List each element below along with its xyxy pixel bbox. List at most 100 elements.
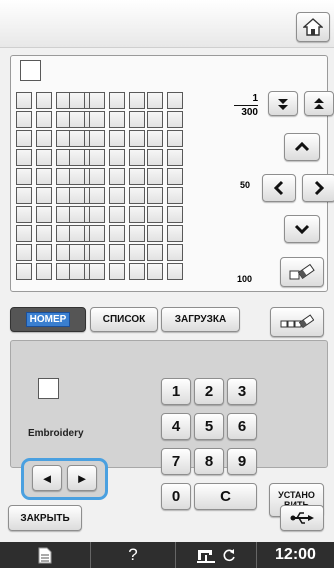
- stitch-cell[interactable]: [69, 206, 85, 223]
- stitch-cell[interactable]: [147, 168, 163, 185]
- stitch-cell[interactable]: [69, 130, 85, 147]
- stitch-cell[interactable]: [36, 225, 52, 242]
- stitch-cell[interactable]: [147, 263, 163, 280]
- stitch-cell[interactable]: [89, 111, 105, 128]
- stitch-cell[interactable]: [129, 244, 145, 261]
- stitch-cell[interactable]: [167, 149, 183, 166]
- stitch-cell[interactable]: [36, 244, 52, 261]
- stitch-cell[interactable]: [109, 111, 125, 128]
- scroll-up-button[interactable]: [284, 133, 320, 161]
- stitch-cell[interactable]: [89, 244, 105, 261]
- category-next-button[interactable]: ►: [67, 465, 97, 491]
- key-2[interactable]: 2: [194, 378, 224, 405]
- stitch-cell[interactable]: [147, 187, 163, 204]
- stitch-cell[interactable]: [109, 244, 125, 261]
- key-7[interactable]: 7: [161, 448, 191, 475]
- stitch-cell[interactable]: [129, 263, 145, 280]
- stitch-cell[interactable]: [89, 130, 105, 147]
- stitch-cell[interactable]: [129, 130, 145, 147]
- key-4[interactable]: 4: [161, 413, 191, 440]
- page-first-button[interactable]: [268, 91, 298, 116]
- help-button[interactable]: ?: [91, 542, 175, 568]
- stitch-cell[interactable]: [36, 263, 52, 280]
- stitch-cell[interactable]: [167, 111, 183, 128]
- stitch-cell[interactable]: [129, 206, 145, 223]
- key-9[interactable]: 9: [227, 448, 257, 475]
- stitch-cell[interactable]: [16, 244, 32, 261]
- stitch-cell[interactable]: [89, 92, 105, 109]
- stitch-cell[interactable]: [89, 187, 105, 204]
- stitch-cell[interactable]: [109, 149, 125, 166]
- stitch-cell[interactable]: [129, 225, 145, 242]
- stitch-cell[interactable]: [16, 111, 32, 128]
- close-button[interactable]: ЗАКРЫТЬ: [8, 505, 82, 531]
- key-0[interactable]: 0: [161, 483, 191, 510]
- stitch-cell[interactable]: [167, 92, 183, 109]
- stitch-cell[interactable]: [36, 92, 52, 109]
- stitch-cell[interactable]: [36, 206, 52, 223]
- stitch-cell[interactable]: [109, 206, 125, 223]
- tab-load[interactable]: ЗАГРУЗКА: [161, 307, 240, 332]
- stitch-cell[interactable]: [167, 130, 183, 147]
- stitch-cell[interactable]: [89, 206, 105, 223]
- stitch-cell[interactable]: [129, 149, 145, 166]
- stitch-cell[interactable]: [109, 263, 125, 280]
- clear-button[interactable]: C: [194, 483, 257, 510]
- stitch-cell[interactable]: [16, 206, 32, 223]
- stitch-cell[interactable]: [147, 149, 163, 166]
- stitch-cell[interactable]: [69, 263, 85, 280]
- delete-all-button[interactable]: [270, 307, 324, 337]
- stitch-cell[interactable]: [69, 92, 85, 109]
- stitch-cell[interactable]: [36, 130, 52, 147]
- stitch-cell[interactable]: [109, 130, 125, 147]
- usb-button[interactable]: [280, 505, 324, 531]
- key-1[interactable]: 1: [161, 378, 191, 405]
- stitch-cell[interactable]: [167, 263, 183, 280]
- stitch-cell[interactable]: [69, 149, 85, 166]
- stitch-cell[interactable]: [16, 168, 32, 185]
- stitch-cell[interactable]: [147, 92, 163, 109]
- stitch-cell[interactable]: [16, 263, 32, 280]
- stitch-cell[interactable]: [147, 225, 163, 242]
- stitch-cell[interactable]: [16, 149, 32, 166]
- stitch-cell[interactable]: [16, 225, 32, 242]
- stitch-cell[interactable]: [109, 187, 125, 204]
- stitch-cell[interactable]: [109, 92, 125, 109]
- stitch-cell[interactable]: [129, 187, 145, 204]
- stitch-cell[interactable]: [129, 92, 145, 109]
- status-document-cell[interactable]: [0, 542, 90, 568]
- stitch-cell[interactable]: [69, 187, 85, 204]
- stitch-cell[interactable]: [109, 225, 125, 242]
- category-prev-button[interactable]: ◄: [32, 465, 62, 491]
- key-3[interactable]: 3: [227, 378, 257, 405]
- stitch-cell[interactable]: [69, 168, 85, 185]
- tab-number[interactable]: НОМЕР: [10, 307, 86, 332]
- stitch-cell[interactable]: [147, 111, 163, 128]
- key-8[interactable]: 8: [194, 448, 224, 475]
- stitch-cell[interactable]: [167, 206, 183, 223]
- stitch-cell[interactable]: [69, 244, 85, 261]
- stitch-cell[interactable]: [89, 263, 105, 280]
- key-5[interactable]: 5: [194, 413, 224, 440]
- stitch-cell[interactable]: [89, 225, 105, 242]
- stitch-cell[interactable]: [36, 168, 52, 185]
- page-last-button[interactable]: [304, 91, 334, 116]
- stitch-cell[interactable]: [129, 111, 145, 128]
- stitch-cell[interactable]: [109, 168, 125, 185]
- delete-button[interactable]: [280, 257, 324, 287]
- stitch-cell[interactable]: [147, 206, 163, 223]
- stitch-cell[interactable]: [36, 149, 52, 166]
- move-left-button[interactable]: [262, 174, 296, 202]
- stitch-cell[interactable]: [89, 168, 105, 185]
- stitch-cell[interactable]: [16, 92, 32, 109]
- status-machine-cell[interactable]: [176, 542, 256, 568]
- stitch-cell[interactable]: [69, 225, 85, 242]
- move-right-button[interactable]: [302, 174, 334, 202]
- scroll-down-button[interactable]: [284, 215, 320, 243]
- stitch-cell[interactable]: [129, 168, 145, 185]
- stitch-cell[interactable]: [147, 244, 163, 261]
- key-6[interactable]: 6: [227, 413, 257, 440]
- stitch-cell[interactable]: [89, 149, 105, 166]
- stitch-cell[interactable]: [36, 187, 52, 204]
- stitch-cell[interactable]: [167, 244, 183, 261]
